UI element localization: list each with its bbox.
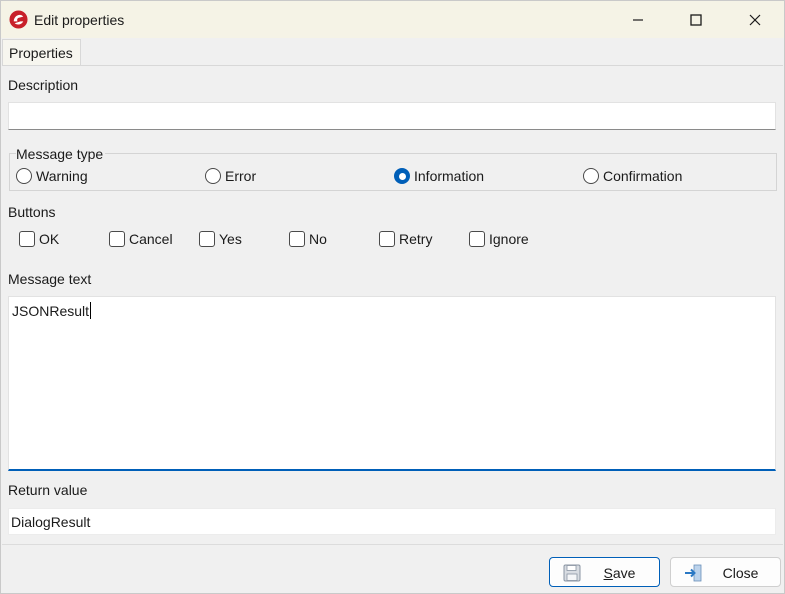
checkbox-cancel-box[interactable] — [109, 231, 125, 247]
save-button[interactable]: Save — [549, 557, 660, 587]
radio-warning-label: Warning — [36, 168, 88, 184]
close-window-button[interactable] — [726, 1, 784, 38]
checkbox-cancel[interactable]: Cancel — [109, 231, 173, 247]
checkbox-ok-box[interactable] — [19, 231, 35, 247]
radio-confirmation[interactable]: Confirmation — [583, 168, 682, 184]
app-logo-icon — [9, 10, 28, 29]
minimize-icon — [633, 18, 643, 21]
message-text-label: Message text — [8, 271, 92, 287]
footer-divider — [2, 544, 783, 545]
close-button-label: Close — [722, 565, 759, 581]
message-text-value: JSONResult — [12, 303, 90, 319]
minimize-button[interactable] — [609, 1, 667, 38]
radio-error[interactable]: Error — [205, 168, 256, 184]
checkbox-yes-box[interactable] — [199, 231, 215, 247]
close-button[interactable]: Close — [670, 557, 781, 587]
radio-warning-circle[interactable] — [16, 168, 32, 184]
save-button-label: Save — [603, 565, 636, 581]
checkbox-ok-label: OK — [39, 231, 60, 247]
close-icon — [749, 14, 761, 25]
checkbox-ignore-label: Ignore — [489, 231, 529, 247]
tab-properties-label: Properties — [9, 45, 73, 61]
maximize-icon — [690, 13, 702, 26]
checkbox-cancel-label: Cancel — [129, 231, 173, 247]
radio-warning[interactable]: Warning — [16, 168, 88, 184]
text-caret — [90, 302, 92, 319]
checkbox-no-box[interactable] — [289, 231, 305, 247]
radio-confirmation-label: Confirmation — [603, 168, 683, 184]
radio-confirmation-circle[interactable] — [583, 168, 599, 184]
checkbox-ok[interactable]: OK — [19, 231, 59, 247]
radio-information-label: Information — [414, 168, 485, 184]
checkbox-no-label: No — [309, 231, 327, 247]
checkbox-retry-box[interactable] — [379, 231, 395, 247]
message-text-area[interactable]: JSONResult — [8, 296, 776, 471]
buttons-label: Buttons — [8, 204, 56, 220]
checkbox-yes[interactable]: Yes — [199, 231, 242, 247]
tab-properties[interactable]: Properties — [2, 39, 81, 65]
checkbox-retry-label: Retry — [399, 231, 433, 247]
checkbox-retry[interactable]: Retry — [379, 231, 432, 247]
message-type-label: Message type — [16, 146, 106, 162]
maximize-button[interactable] — [667, 1, 725, 38]
window-title: Edit properties — [34, 12, 125, 28]
title-bar[interactable]: Edit properties — [1, 1, 784, 38]
radio-error-circle[interactable] — [205, 168, 221, 184]
return-value-label: Return value — [8, 482, 88, 498]
radio-information-circle[interactable] — [394, 168, 410, 184]
return-value-input[interactable]: DialogResult — [8, 508, 776, 535]
edit-properties-window: Edit properties Properties Description M… — [0, 0, 785, 594]
radio-information[interactable]: Information — [394, 168, 484, 184]
checkbox-ignore-box[interactable] — [469, 231, 485, 247]
checkbox-ignore[interactable]: Ignore — [469, 231, 529, 247]
checkbox-no[interactable]: No — [289, 231, 327, 247]
radio-error-label: Error — [225, 168, 257, 184]
description-label: Description — [8, 77, 79, 93]
description-input[interactable] — [8, 102, 776, 130]
checkbox-yes-label: Yes — [219, 231, 242, 247]
